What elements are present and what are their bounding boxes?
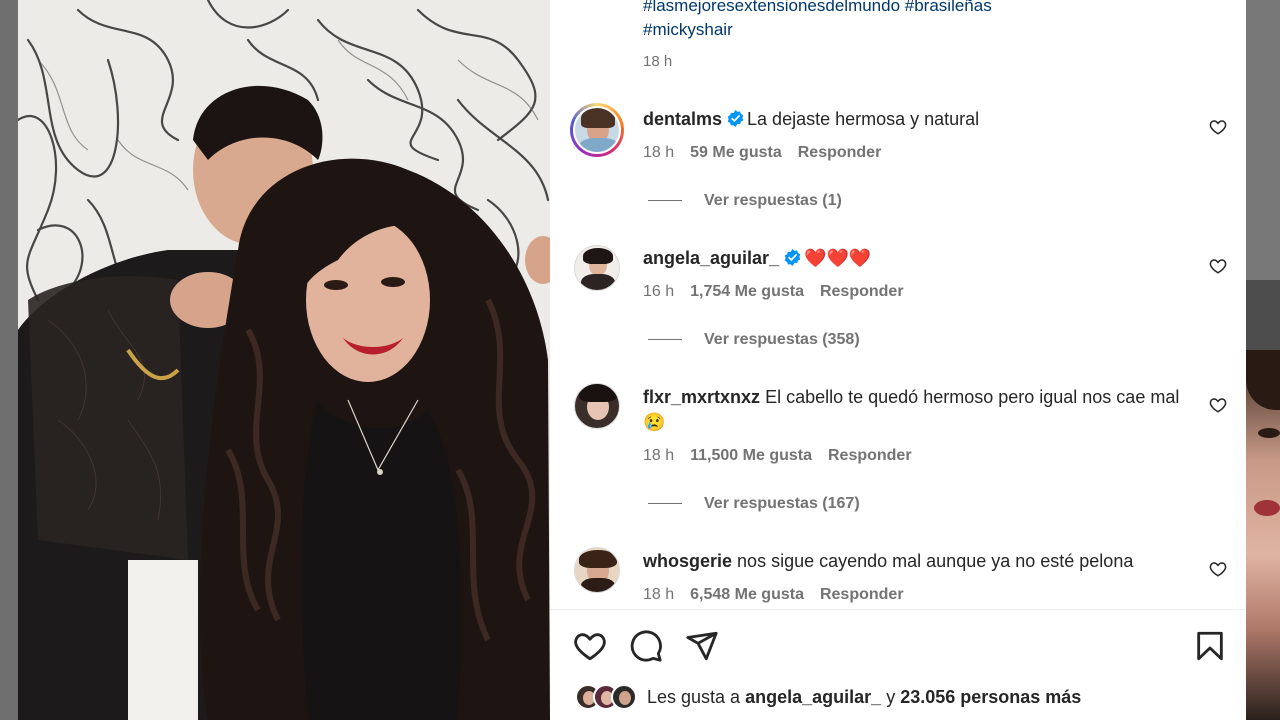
post-actions-bar: Les gusta a angela_aguilar_ y 23.056 per… — [550, 610, 1246, 720]
avatar[interactable] — [570, 103, 624, 157]
reply-button[interactable]: Responder — [820, 586, 904, 603]
wall-sketch-art — [18, 0, 550, 720]
comment-body: whosgerie nos sigue cayendo mal aunque y… — [643, 549, 1203, 574]
avatar — [611, 684, 637, 710]
share-icon[interactable] — [685, 629, 719, 663]
comment-username[interactable]: dentalms — [643, 109, 722, 129]
backdrop-left — [0, 0, 18, 720]
avatar[interactable] — [574, 383, 620, 429]
reply-line-divider — [648, 503, 682, 505]
comment-likes[interactable]: 59 Me gusta — [690, 144, 782, 161]
comment-like-heart-icon[interactable] — [1209, 257, 1227, 275]
liked-by-others[interactable]: 23.056 personas más — [900, 687, 1081, 707]
reply-line-divider — [648, 339, 682, 341]
heart-icon[interactable] — [573, 629, 607, 663]
comment-username[interactable]: whosgerie — [643, 551, 732, 571]
liked-by-user[interactable]: angela_aguilar_ — [745, 687, 881, 707]
view-replies-label: Ver respuestas (167) — [704, 495, 860, 512]
comment-like-heart-icon[interactable] — [1209, 560, 1227, 578]
comment-text: ❤️❤️❤️ — [804, 248, 872, 268]
comment-icon[interactable] — [629, 629, 663, 663]
comment-time[interactable]: 18 h — [643, 144, 674, 161]
view-replies-label: Ver respuestas (358) — [704, 331, 860, 348]
reply-button[interactable]: Responder — [828, 447, 912, 464]
hashtag-line-1[interactable]: #lasmejoresextensionesdelmundo #brasileñ… — [643, 0, 1203, 18]
likes-prefix: Les gusta a — [647, 687, 741, 707]
verified-badge-icon — [727, 110, 744, 127]
reply-button[interactable]: Responder — [798, 144, 882, 161]
likes-connector: y — [886, 687, 896, 707]
post-image — [18, 0, 550, 720]
reply-line-divider — [648, 200, 682, 202]
comment-body: flxr_mxrtxnxz El cabello te quedó hermos… — [643, 385, 1203, 435]
comment-username[interactable]: angela_aguilar_ — [643, 248, 779, 268]
caption-timestamp[interactable]: 18 h — [643, 53, 672, 70]
comment-body: angela_aguilar_ ❤️❤️❤️ — [643, 246, 1203, 271]
avatar[interactable] — [574, 245, 620, 291]
verified-badge-icon — [784, 249, 801, 266]
comment-like-heart-icon[interactable] — [1209, 396, 1227, 414]
comment-meta: 18 h 59 Me gusta Responder — [643, 144, 897, 162]
comments-panel: #lasmejoresextensionesdelmundo #brasileñ… — [550, 0, 1246, 720]
reply-button[interactable]: Responder — [820, 283, 904, 300]
comment-time[interactable]: 18 h — [643, 447, 674, 464]
comment-likes[interactable]: 11,500 Me gusta — [690, 447, 812, 464]
bookmark-icon[interactable] — [1193, 629, 1227, 663]
comment-meta: 18 h 6,548 Me gusta Responder — [643, 586, 920, 604]
view-replies-button[interactable]: Ver respuestas (1) — [648, 192, 842, 210]
comment-text: nos sigue cayendo mal aunque ya no esté … — [737, 551, 1134, 571]
comment-username[interactable]: flxr_mxrtxnxz — [643, 387, 760, 407]
comment-body: dentalms La dejaste hermosa y natural — [643, 107, 1203, 132]
comment-likes[interactable]: 6,548 Me gusta — [690, 586, 804, 603]
comment-likes[interactable]: 1,754 Me gusta — [690, 283, 804, 300]
liked-by-avatars[interactable] — [575, 684, 645, 712]
comment-meta: 16 h 1,754 Me gusta Responder — [643, 283, 920, 301]
comment-meta: 18 h 11,500 Me gusta Responder — [643, 447, 928, 465]
comment-text: La dejaste hermosa y natural — [747, 109, 980, 129]
likes-summary: Les gusta a angela_aguilar_ y 23.056 per… — [647, 687, 1081, 708]
avatar[interactable] — [574, 547, 620, 593]
comment-time[interactable]: 18 h — [643, 586, 674, 603]
caption-hashtags: #lasmejoresextensionesdelmundo #brasileñ… — [643, 0, 1203, 42]
comment-like-heart-icon[interactable] — [1209, 118, 1227, 136]
comment-time[interactable]: 16 h — [643, 283, 674, 300]
hashtag-line-2[interactable]: #mickyshair — [643, 18, 1203, 42]
backdrop-next-post-preview[interactable] — [1246, 0, 1280, 720]
view-replies-button[interactable]: Ver respuestas (358) — [648, 331, 860, 349]
view-replies-button[interactable]: Ver respuestas (167) — [648, 495, 860, 513]
view-replies-label: Ver respuestas (1) — [704, 192, 842, 209]
